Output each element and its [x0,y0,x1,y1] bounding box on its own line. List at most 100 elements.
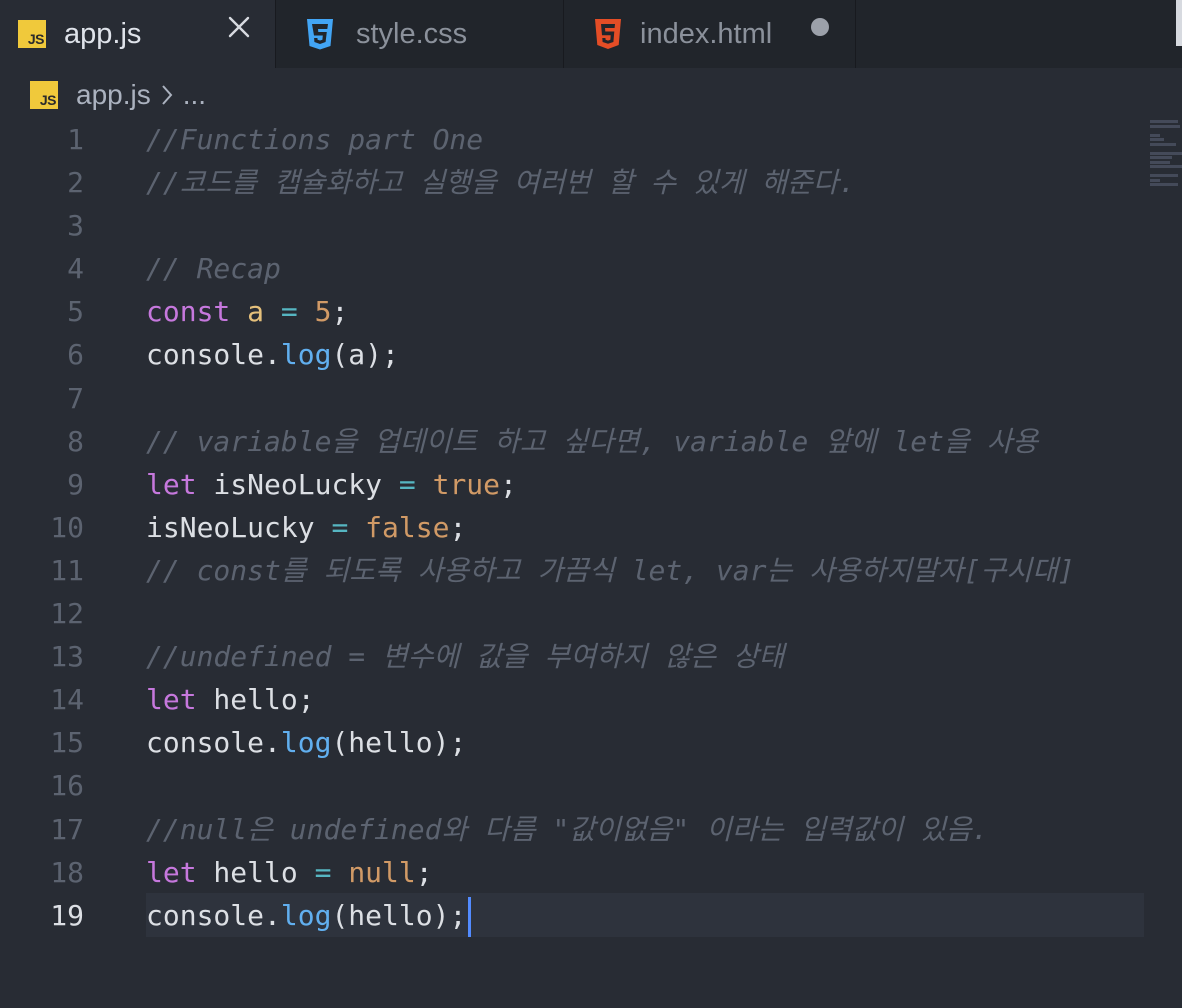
code-token-punct: (hello); [331,898,467,932]
line-number: 12 [50,597,84,631]
line-number: 2 [67,166,84,200]
line-number: 13 [50,640,84,674]
code-line[interactable]: 10 isNeoLucky = false; [0,506,1182,549]
tab-style-css[interactable]: style.css [276,0,564,68]
code-token-fn: log [280,726,332,760]
code-token-punct: ; [500,467,517,501]
code-line[interactable]: 6 console.log(a); [0,333,1182,376]
code-token-comment: //undefined = 변수에 값을 부여하지 않은 상태 [146,640,785,674]
code-token-fn: log [280,338,332,372]
breadcrumb-more[interactable]: ... [183,79,206,111]
line-number: 8 [67,424,84,458]
line-code: console.log(hello); [146,721,466,764]
close-icon[interactable] [228,16,250,38]
line-number: 9 [67,467,84,501]
line-number: 14 [50,683,84,717]
line-number: 10 [50,510,84,544]
code-line[interactable]: 4 // Recap [0,247,1182,290]
code-token-fn: log [280,898,332,932]
code-line[interactable]: 5 const a = 5; [0,290,1182,333]
html5-file-icon [595,19,621,49]
code-token-plain: console [146,898,265,932]
code-line[interactable]: 7 [0,377,1182,420]
tab-app-js[interactable]: JS app.js [0,0,276,68]
code-token-op: = [314,855,332,889]
code-token-comment: //Functions part One [146,123,484,156]
text-cursor [468,896,472,937]
code-token-plain: hello [196,855,315,889]
code-token-punct: ; [331,295,349,329]
breadcrumb: JS app.js ... [30,78,206,112]
code-token-bool: true [432,467,501,501]
code-token-number: 5 [314,295,332,329]
code-token-punct: . [264,338,281,372]
code-line[interactable]: 8 // variable을 업데이트 하고 싶다면, variable 앞에 l… [0,420,1182,463]
js-file-icon: JS [30,81,58,109]
code-token-keyword: let [146,683,197,717]
line-number: 7 [67,381,84,415]
code-line[interactable]: 13 //undefined = 변수에 값을 부여하지 않은 상태 [0,635,1182,678]
code-token-comment: // Recap [146,252,281,286]
code-token-op: = [398,467,416,501]
code-token-keyword: let [146,467,197,501]
code-token-comment: //null은 undefined와 다름 "값이없음" 이라는 입력값이 있음… [146,812,989,846]
line-number: 3 [67,209,84,243]
line-code: //undefined = 변수에 값을 부여하지 않은 상태 [146,635,784,678]
code-token-keyword: let [146,855,197,889]
code-line[interactable]: 11 // const를 되도록 사용하고 가끔식 let, var는 사용하지말… [0,549,1182,592]
line-number: 1 [67,123,84,156]
tab-index-html[interactable]: index.html [564,0,856,68]
tab-bar-edge [1176,0,1182,46]
breadcrumb-file[interactable]: app.js [76,79,151,111]
code-line[interactable]: 12 [0,592,1182,635]
code-token-plain: console [146,726,265,760]
code-line[interactable]: 17 //null은 undefined와 다름 "값이없음" 이라는 입력값이 … [0,808,1182,851]
code-token-plain: console [146,338,265,372]
code-line[interactable]: 1 //Functions part One [0,118,1182,161]
line-code: let hello; [146,678,315,721]
line-code: // variable을 업데이트 하고 싶다면, variable 앞에 le… [146,420,1038,463]
code-token-op: = [331,510,349,544]
css3-file-icon [307,19,333,50]
unsaved-dot-icon[interactable] [811,18,829,36]
line-number: 5 [67,295,84,329]
code-line[interactable]: 3 [0,204,1182,247]
minimap[interactable] [1150,120,1182,200]
code-line[interactable]: 2 //코드를 캡슐화하고 실행을 여러번 할 수 있게 해준다. [0,161,1182,204]
tab-label: style.css [356,17,468,50]
code-line[interactable]: 16 [0,764,1182,807]
code-line[interactable]: 19 console.log(hello); [0,892,1182,937]
code-token-comment: // const를 되도록 사용하고 가끔식 let, var는 사용하지말자[… [146,553,1075,587]
code-line[interactable]: 18 let hello = null; [0,851,1182,894]
line-number: 16 [50,769,84,803]
code-line[interactable]: 15 console.log(hello); [0,721,1182,764]
line-code: let hello = null; [146,851,433,894]
line-number: 11 [50,553,84,587]
tab-label: app.js [64,17,142,50]
line-code: // Recap [146,247,281,290]
code-token-comment: // variable을 업데이트 하고 싶다면, variable 앞에 le… [146,424,1039,458]
js-file-icon: JS [18,20,46,48]
line-code: const a = 5; [146,290,348,333]
code-editor[interactable]: 1 //Functions part One 2 //코드를 캡슐화하고 실행을 여러… [0,118,1182,937]
code-token-comment: //코드를 캡슐화하고 실행을 여러번 할 수 있게 해준다. [146,166,856,200]
code-token-plain: isNeoLucky [196,467,399,501]
line-number: 19 [50,898,84,932]
line-code: //null은 undefined와 다름 "값이없음" 이라는 입력값이 있음… [146,808,989,851]
line-number: 17 [50,812,84,846]
line-number: 15 [50,726,84,760]
chevron-right-icon [161,85,173,105]
code-token-punct: . [264,898,281,932]
code-token-bool: null [348,855,416,889]
code-token-plain: isNeoLucky [146,510,332,544]
code-line[interactable]: 14 let hello; [0,678,1182,721]
code-line[interactable]: 9 let isNeoLucky = true; [0,463,1182,506]
code-token-punct: (hello); [331,726,467,760]
tab-bar: JS app.js style.css index.html [0,0,1182,68]
line-code: let isNeoLucky = true; [146,463,517,506]
